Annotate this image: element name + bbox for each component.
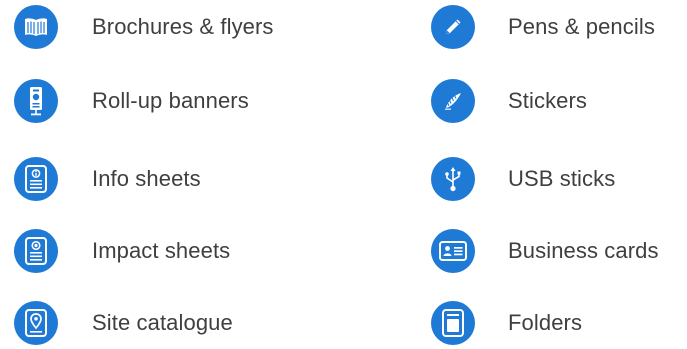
list-item-brochures[interactable]: Brochures & flyers bbox=[14, 2, 274, 52]
impact-sheet-icon bbox=[14, 229, 58, 273]
folder-icon bbox=[431, 301, 475, 345]
list-item-pens[interactable]: Pens & pencils bbox=[431, 2, 655, 52]
list-item-usb-sticks[interactable]: USB sticks bbox=[431, 154, 615, 204]
list-item-folders[interactable]: Folders bbox=[431, 298, 582, 348]
list-item-info-sheets[interactable]: Info sheets bbox=[14, 154, 201, 204]
list-item-label: Impact sheets bbox=[92, 238, 231, 263]
info-sheet-icon bbox=[14, 157, 58, 201]
business-card-icon bbox=[431, 229, 475, 273]
list-item-label: Business cards bbox=[508, 238, 659, 263]
site-catalogue-icon bbox=[14, 301, 58, 345]
brochure-icon bbox=[14, 5, 58, 49]
list-item-label: Stickers bbox=[508, 88, 588, 113]
list-item-site-catalogue[interactable]: Site catalogue bbox=[14, 298, 233, 348]
list-item-label: Info sheets bbox=[92, 166, 201, 191]
list-item-label: Folders bbox=[508, 310, 583, 335]
list-item-label: Roll-up banners bbox=[92, 88, 249, 113]
list-item-label: Pens & pencils bbox=[508, 14, 655, 39]
list-item-rollup-banners[interactable]: Roll-up banners bbox=[14, 76, 249, 126]
list-item-label: Site catalogue bbox=[92, 310, 233, 335]
list-item-business-cards[interactable]: Business cards bbox=[431, 226, 659, 276]
list-item-label: Brochures & flyers bbox=[92, 14, 274, 39]
usb-icon bbox=[431, 157, 475, 201]
list-item-label: USB sticks bbox=[508, 166, 616, 191]
pen-icon bbox=[431, 5, 475, 49]
rollup-banner-icon bbox=[14, 79, 58, 123]
materials-list: Brochures & flyers Roll-up banners Info … bbox=[0, 0, 687, 349]
list-item-impact-sheets[interactable]: Impact sheets bbox=[14, 226, 230, 276]
list-item-stickers[interactable]: Stickers bbox=[431, 76, 587, 126]
sticker-icon bbox=[431, 79, 475, 123]
